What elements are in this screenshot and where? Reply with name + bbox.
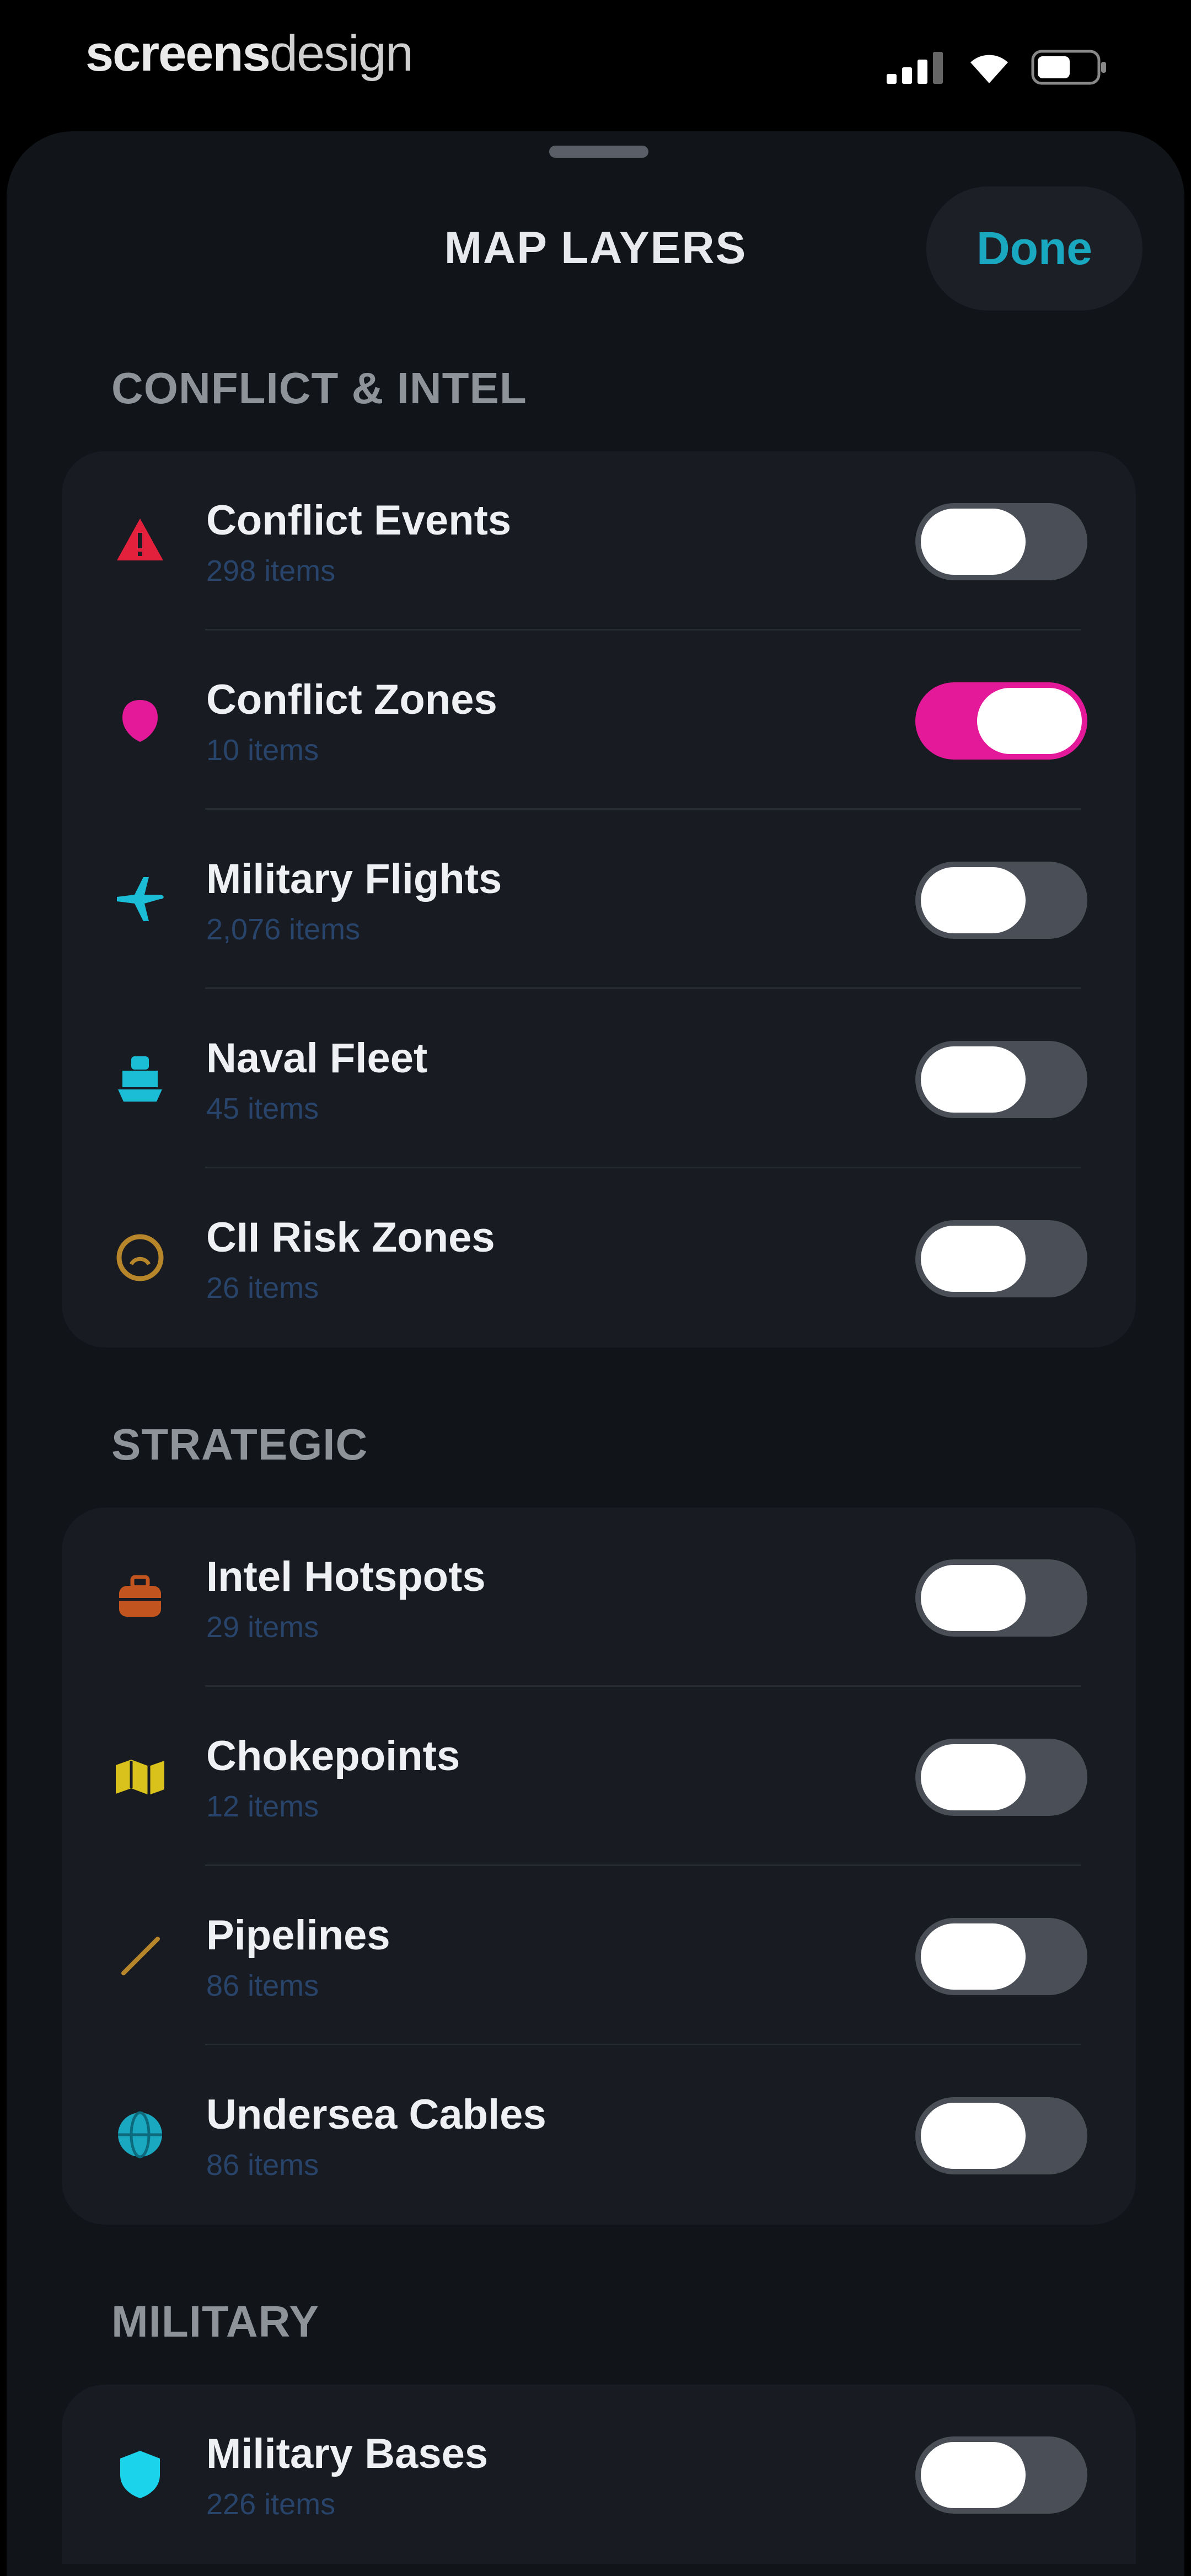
layer-toggle-naval-fleet[interactable] [915,1041,1087,1118]
layer-count: 86 items [206,2149,319,2182]
layer-row-undersea-cables[interactable]: Undersea Cables 86 items [62,2045,1136,2225]
map-icon [112,1749,168,1804]
section-header-conflict-intel: CONFLICT & INTEL [111,364,527,413]
status-icons [887,50,1108,88]
layer-count: 86 items [206,1969,319,2002]
layer-count: 10 items [206,734,319,767]
layer-name: Chokepoints [206,1733,460,1779]
section-card-conflict-intel: Conflict Events 298 items Conflict Zones… [62,451,1136,1348]
layer-row-conflict-zones[interactable]: Conflict Zones 10 items [62,630,1136,810]
toggle-knob [921,509,1026,575]
layer-name: Conflict Zones [206,676,497,723]
layer-count: 29 items [206,1611,319,1644]
layer-toggle-pipelines[interactable] [915,1918,1087,1995]
section-card-strategic: Intel Hotspots 29 items Chokepoints 12 i… [62,1508,1136,2225]
toggle-knob [921,1565,1026,1631]
layer-toggle-conflict-zones[interactable] [915,682,1087,760]
layer-row-military-flights[interactable]: Military Flights 2,076 items [62,810,1136,989]
airplane-icon [112,872,168,927]
layer-name: Military Flights [206,856,502,902]
section-card-military: Military Bases 226 items [62,2385,1136,2564]
layer-name: Intel Hotspots [206,1553,486,1600]
layer-count: 12 items [206,1790,319,1823]
layer-name: Conflict Events [206,497,512,544]
layer-row-naval-fleet[interactable]: Naval Fleet 45 items [62,989,1136,1168]
toggle-knob [977,688,1082,754]
zone-marker-icon [112,692,168,747]
layer-count: 26 items [206,1271,319,1305]
layer-name: Pipelines [206,1912,390,1959]
layer-name: Naval Fleet [206,1035,428,1082]
layer-name: Undersea Cables [206,2091,546,2138]
map-layers-sheet: MAP LAYERS Done CONFLICT & INTEL Conflic… [7,131,1184,2576]
toggle-knob [921,1226,1026,1292]
battery-icon [1031,50,1108,88]
toggle-knob [921,1744,1026,1810]
layer-toggle-conflict-events[interactable] [915,503,1087,580]
shield-icon [112,2446,168,2502]
layer-toggle-chokepoints[interactable] [915,1739,1087,1816]
toggle-knob [921,1046,1026,1113]
pipeline-icon [112,1928,168,1983]
wifi-icon [967,50,1011,87]
briefcase-icon [112,1569,168,1624]
warning-triangle-icon [112,513,168,568]
layer-count: 45 items [206,1092,319,1125]
layer-toggle-undersea-cables[interactable] [915,2097,1087,2174]
layer-row-pipelines[interactable]: Pipelines 86 items [62,1866,1136,2045]
layer-row-chokepoints[interactable]: Chokepoints 12 items [62,1687,1136,1866]
layer-toggle-cii-risk-zones[interactable] [915,1220,1087,1297]
toggle-knob [921,2103,1026,2169]
toggle-knob [921,867,1026,933]
layer-name: Military Bases [206,2430,489,2477]
toggle-knob [921,2442,1026,2508]
signal-icon [887,51,947,87]
layer-row-cii-risk-zones[interactable]: CII Risk Zones 26 items [62,1168,1136,1348]
layer-toggle-military-bases[interactable] [915,2436,1087,2514]
layer-toggle-intel-hotspots[interactable] [915,1559,1087,1637]
globe-icon [112,2107,168,2162]
gauge-icon [112,1230,168,1285]
sheet-grabber[interactable] [549,146,648,158]
brand-logo: screensdesign [85,25,414,82]
status-bar: screensdesign [0,0,1191,127]
section-header-strategic: STRATEGIC [111,1420,368,1469]
toggle-knob [921,1923,1026,1990]
section-header-military: MILITARY [111,2297,319,2346]
layer-toggle-military-flights[interactable] [915,862,1087,939]
layer-count: 298 items [206,554,336,587]
done-button[interactable]: Done [926,186,1142,311]
layer-count: 226 items [206,2488,336,2521]
ship-icon [112,1051,168,1106]
layer-row-military-bases[interactable]: Military Bases 226 items [62,2385,1136,2564]
layer-row-conflict-events[interactable]: Conflict Events 298 items [62,451,1136,630]
layer-name: CII Risk Zones [206,1214,495,1261]
layer-count: 2,076 items [206,913,361,946]
layer-row-intel-hotspots[interactable]: Intel Hotspots 29 items [62,1508,1136,1687]
